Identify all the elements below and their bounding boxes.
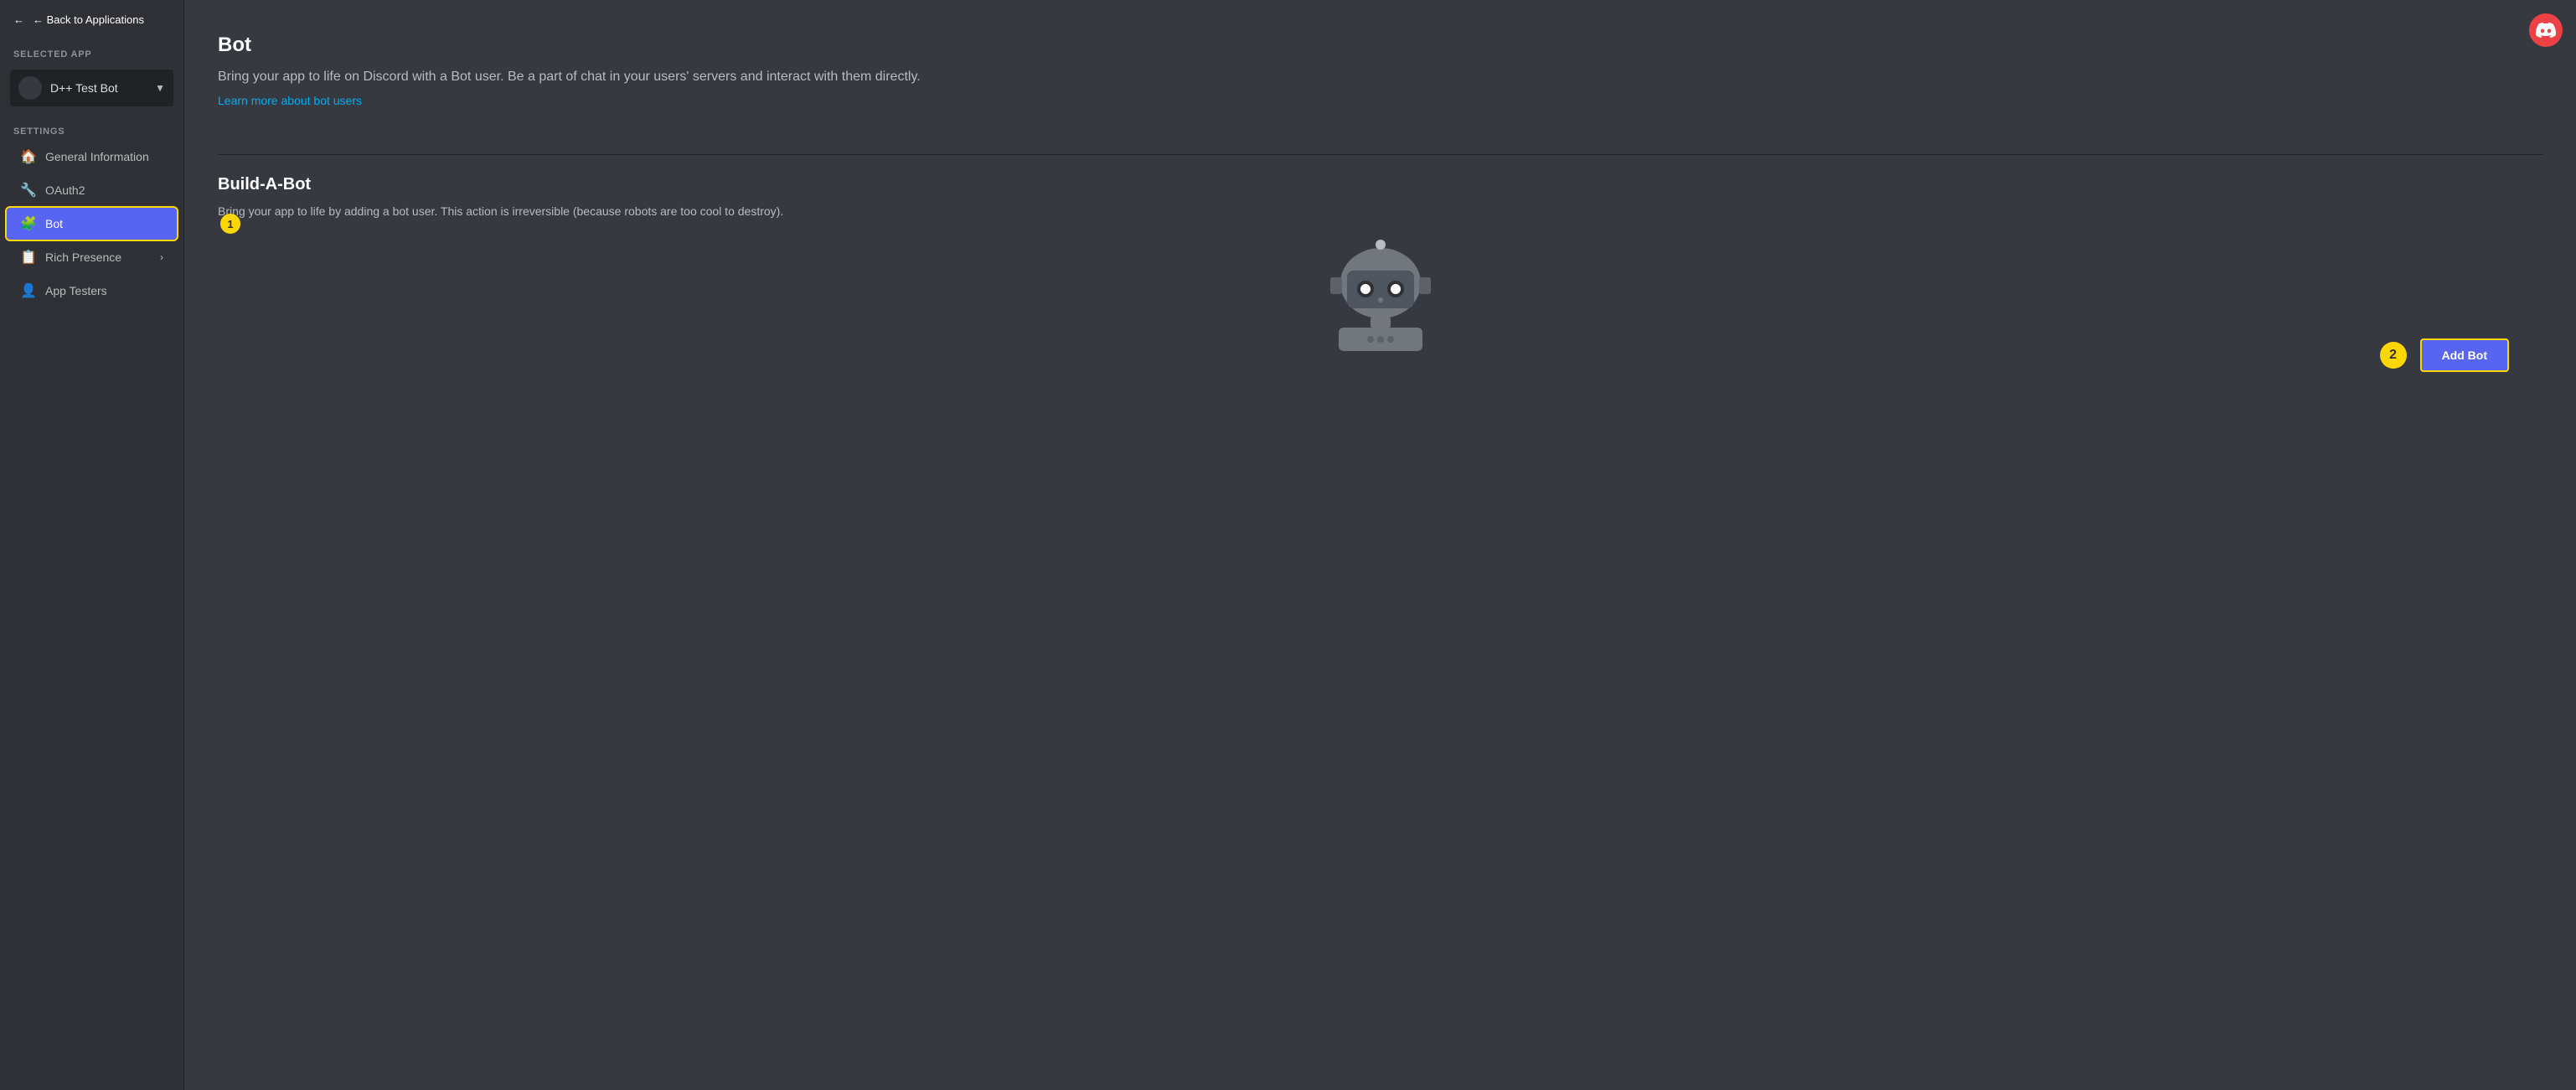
chevron-right-icon: › bbox=[160, 251, 163, 263]
avatar bbox=[18, 76, 42, 100]
nav-label-rich-presence: Rich Presence bbox=[45, 251, 152, 264]
back-label: ← Back to Applications bbox=[33, 13, 144, 26]
nav-label-general-information: General Information bbox=[45, 150, 163, 163]
nav-label-app-testers: App Testers bbox=[45, 284, 163, 297]
sidebar-item-oauth2[interactable]: 🔧 OAuth2 bbox=[7, 174, 177, 206]
chevron-down-icon: ▼ bbox=[155, 82, 165, 94]
add-bot-button[interactable]: Add Bot bbox=[2420, 338, 2509, 372]
sidebar-item-general-information[interactable]: 🏠 General Information bbox=[7, 141, 177, 173]
add-bot-container: 2 Add Bot bbox=[2380, 338, 2509, 372]
nav-label-bot: Bot bbox=[45, 217, 163, 230]
discord-logo-icon bbox=[2536, 20, 2556, 40]
selected-app-label: SELECTED APP bbox=[0, 43, 183, 63]
badge-1: 1 bbox=[220, 214, 240, 234]
user-icon: 👤 bbox=[20, 282, 37, 299]
app-selector[interactable]: D++ Test Bot ▼ bbox=[10, 70, 173, 106]
main-content: Bot Bring your app to life on Discord wi… bbox=[184, 0, 2576, 1090]
badge-2: 2 bbox=[2380, 342, 2407, 369]
discord-icon-button[interactable] bbox=[2529, 13, 2563, 47]
back-to-applications-link[interactable]: ← ← Back to Applications bbox=[0, 0, 183, 39]
build-a-bot-section: Build-A-Bot Bring your app to life by ad… bbox=[218, 175, 2542, 220]
build-a-bot-left: Build-A-Bot Bring your app to life by ad… bbox=[218, 175, 2542, 220]
app-name: D++ Test Bot bbox=[50, 81, 147, 95]
learn-more-link[interactable]: Learn more about bot users bbox=[218, 94, 362, 107]
sidebar-item-bot[interactable]: 🧩 Bot bbox=[7, 208, 177, 240]
settings-label: SETTINGS bbox=[0, 113, 183, 140]
sidebar-item-app-testers[interactable]: 👤 App Testers bbox=[7, 275, 177, 307]
robot-svg bbox=[1314, 237, 1448, 363]
nav-label-oauth2: OAuth2 bbox=[45, 183, 163, 197]
page-title: Bot bbox=[218, 34, 2542, 57]
build-a-bot-title: Build-A-Bot bbox=[218, 175, 2542, 194]
list-icon: 📋 bbox=[20, 249, 37, 266]
divider bbox=[218, 154, 2542, 155]
page-description: Bring your app to life on Discord with a… bbox=[218, 67, 972, 87]
robot-illustration bbox=[218, 237, 2542, 363]
app-selector-container: D++ Test Bot ▼ bbox=[0, 63, 183, 113]
sidebar: ← ← Back to Applications SELECTED APP D+… bbox=[0, 0, 184, 1090]
sidebar-item-rich-presence[interactable]: 📋 Rich Presence › bbox=[7, 241, 177, 273]
home-icon: 🏠 bbox=[20, 148, 37, 165]
build-a-bot-description: Bring your app to life by adding a bot u… bbox=[218, 203, 804, 220]
wrench-icon: 🔧 bbox=[20, 182, 37, 199]
puzzle-icon: 🧩 bbox=[20, 215, 37, 232]
back-arrow-icon: ← bbox=[13, 13, 24, 26]
